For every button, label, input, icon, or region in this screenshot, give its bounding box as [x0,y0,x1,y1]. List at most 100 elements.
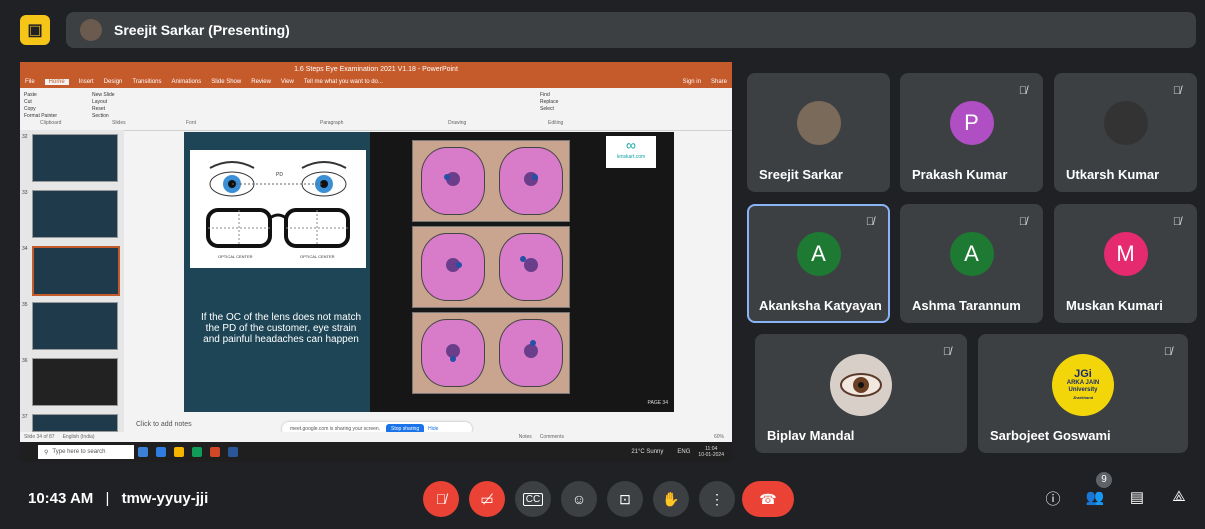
slide-thumbnail[interactable] [32,190,118,238]
chat-icon: ▤ [1129,489,1145,506]
tab-slide-show[interactable]: Slide Show [211,79,241,85]
file-explorer-icon[interactable] [174,447,184,457]
chat-button[interactable]: ▤ [1126,488,1148,510]
reset-button[interactable]: Reset [92,106,115,113]
group-slides: Slides [112,120,126,126]
tab-home[interactable]: Home [44,79,69,85]
slide-thumbnail[interactable] [32,358,118,406]
leave-call-button[interactable]: ☎ [742,481,794,517]
page-number: PAGE 34 [647,400,668,406]
mic-off-icon: 🎙̸ [1163,346,1173,358]
thumb-number: 35 [22,302,28,308]
emoji-icon: ☺ [571,491,587,507]
slide-count: Slide 34 of 87 [24,434,55,440]
sign-in-link[interactable]: Sign in [683,79,701,85]
thumb-number: 33 [22,190,28,196]
tab-transitions[interactable]: Transitions [132,79,161,85]
separator: | [105,490,110,507]
activities-button[interactable]: ⟁ [1168,488,1190,510]
group-drawing: Drawing [448,120,467,126]
participant-tile-speaking[interactable]: 🎙̸ A Akanksha Katyayan [747,204,890,323]
meeting-details-button[interactable]: ⓘ [1042,488,1064,510]
captions-button[interactable]: CC [515,481,551,517]
eye-lens-images: ∞ lenskart.com PAGE 34 [370,132,674,412]
tell-me-box[interactable]: Tell me what you want to do... [304,79,383,85]
notes-toggle[interactable]: Notes [519,434,532,440]
reactions-button[interactable]: ☺ [561,481,597,517]
camera-toggle-button[interactable]: ▭̸ [469,481,505,517]
tab-design[interactable]: Design [104,79,123,85]
mic-off-icon: 🎙̸ [1018,85,1028,97]
excel-icon[interactable] [192,447,202,457]
word-icon[interactable] [228,447,238,457]
taskbar-search[interactable]: ⚲ Type here to search [38,445,134,459]
mic-off-icon: 🎙̸ [435,491,447,507]
lenskart-logo-text: lenskart.com [616,154,646,160]
participant-tile[interactable]: 🎙̸ A Ashma Tarannum [900,204,1043,323]
logo-line2: ARKA JAIN [1066,380,1100,386]
powerpoint-tabs: File Home Insert Design Transitions Anim… [20,76,732,88]
people-button[interactable]: 👥 [1084,488,1106,510]
participant-tile[interactable]: Sreejit Sarkar [747,73,890,192]
mic-off-icon: 🎙̸ [1018,216,1028,228]
powerpoint-icon[interactable] [210,447,220,457]
zoom-level[interactable]: 60% [714,434,724,440]
meet-app-icon[interactable]: ▣ [20,15,50,45]
mic-toggle-button[interactable]: 🎙̸ [423,481,459,517]
slide-thumbnail[interactable] [32,134,118,182]
tab-view[interactable]: View [281,79,294,85]
camera-off-icon: ▭̸ [480,490,494,507]
format-painter-button[interactable]: Format Painter [24,113,57,120]
comments-toggle[interactable]: Comments [540,434,564,440]
slide-thumbnail[interactable] [32,302,118,350]
mic-off-icon: 🎙̸ [865,216,875,228]
tab-insert[interactable]: Insert [79,79,94,85]
section-button[interactable]: Section [92,113,115,120]
phone-hangup-icon: ☎ [759,490,777,507]
replace-button[interactable]: Replace [540,99,558,106]
copy-button[interactable]: Copy [24,106,57,113]
eye-photo [412,312,570,394]
more-vert-icon: ⋮ [710,490,724,507]
eye-avatar [830,353,892,416]
presenter-label: Sreejit Sarkar (Presenting) [114,22,290,38]
layout-button[interactable]: Layout [92,99,115,106]
raise-hand-button[interactable]: ✋ [653,481,689,517]
participant-tile[interactable]: 🎙̸ Biplav Mandal [755,334,967,453]
more-options-button[interactable]: ⋮ [699,481,735,517]
language: English (India) [62,434,95,440]
new-slide-button[interactable]: New Slide [92,92,115,99]
select-button[interactable]: Select [540,106,558,113]
info-icon: ⓘ [1045,491,1061,508]
slide-thumbnail-selected[interactable] [32,246,120,296]
edge-icon[interactable] [138,447,148,457]
participant-tile[interactable]: 🎙̸ Utkarsh Kumar [1054,73,1197,192]
avatar [1103,100,1148,145]
group-clipboard: Clipboard [40,120,62,126]
eye-photo [412,140,570,222]
tab-file[interactable]: File [25,79,35,85]
participant-name: Ashma Tarannum [912,298,1021,313]
participant-tile[interactable]: 🎙̸ JGi ARKA JAIN University Jharkhand Sa… [978,334,1188,453]
participant-tile[interactable]: 🎙̸ M Muskan Kumari [1054,204,1197,323]
tab-animations[interactable]: Animations [172,79,202,85]
notes-placeholder: Click to add notes [136,421,192,428]
slide-thumbnail[interactable] [32,414,118,432]
meeting-code: tmw-yyuy-jji [121,490,209,507]
powerpoint-status-bar: Slide 34 of 87 English (India) Notes Com… [20,432,732,442]
university-logo: JGi ARKA JAIN University Jharkhand [1052,353,1114,416]
mic-off-icon: 🎙̸ [942,346,952,358]
tab-review[interactable]: Review [251,79,271,85]
powerpoint-title-bar: 1.6 Steps Eye Examination 2021 V1.18 - P… [20,62,732,76]
pd-label: PD [276,172,283,178]
share-link[interactable]: Share [711,79,727,85]
outlook-icon[interactable] [156,447,166,457]
cut-button[interactable]: Cut [24,99,57,106]
find-button[interactable]: Find [540,92,558,99]
present-button[interactable]: ⊡ [607,481,643,517]
paste-button[interactable]: Paste [24,92,57,99]
shared-screen: 1.6 Steps Eye Examination 2021 V1.18 - P… [20,62,732,462]
people-count-badge: 9 [1096,472,1112,488]
powerpoint-title: 1.6 Steps Eye Examination 2021 V1.18 - P… [294,65,458,73]
participant-tile[interactable]: 🎙̸ P Prakash Kumar [900,73,1043,192]
